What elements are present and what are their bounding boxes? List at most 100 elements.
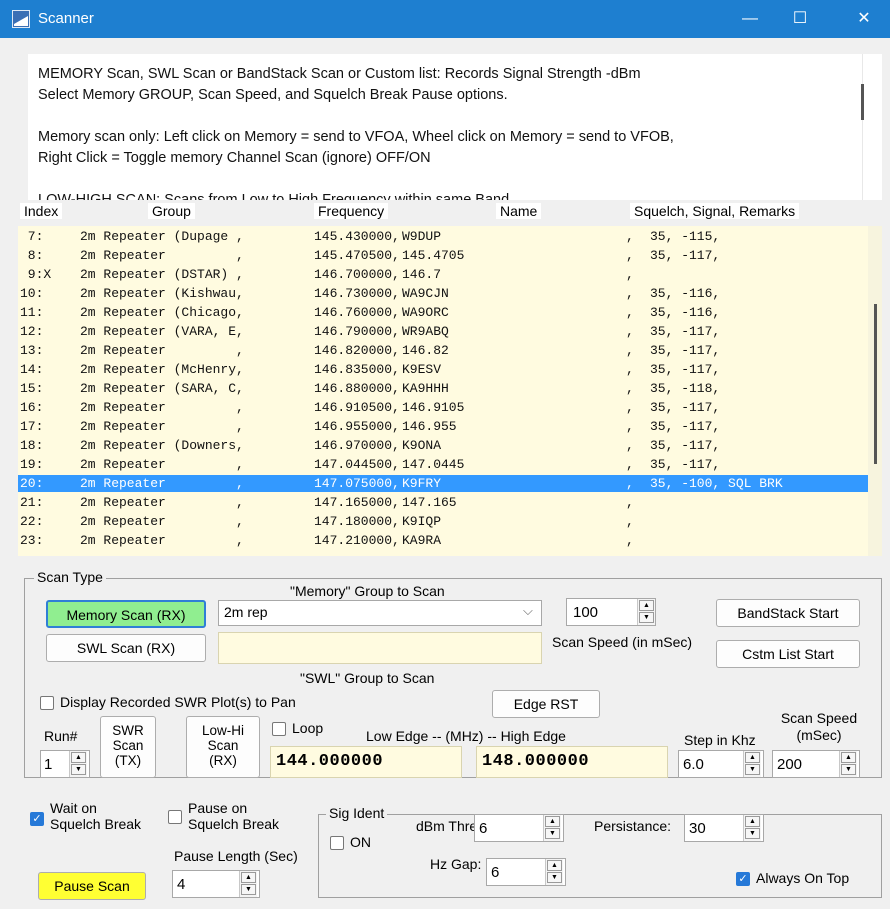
cell-rem: 35, -117,	[650, 248, 721, 263]
table-row[interactable]: 23: 2m Repeater , 147.210000, KA9RA,	[18, 532, 868, 549]
instructions-line	[38, 169, 853, 190]
memory-scan-button[interactable]: Memory Scan (RX)	[46, 600, 206, 628]
scan-speed-stepper[interactable]: 100 ▲ ▼	[566, 598, 656, 626]
cell-freq: 146.955000,	[314, 419, 400, 434]
always-on-top-checkbox[interactable]: ✓	[736, 872, 750, 886]
table-row[interactable]: 13: 2m Repeater , 146.820000, 146.82, 35, -1…	[18, 342, 868, 359]
dbm-thres-spinner[interactable]: ▲ ▼	[543, 815, 561, 841]
hz-gap-spinner[interactable]: ▲ ▼	[545, 859, 563, 885]
scan-speed-msec-stepper[interactable]: 200 ▲ ▼	[772, 750, 860, 778]
swl-scan-button[interactable]: SWL Scan (RX)	[46, 634, 206, 662]
minimize-icon[interactable]: —	[728, 0, 772, 38]
table-row[interactable]: 17: 2m Repeater , 146.955000, 146.955, 35, -…	[18, 418, 868, 435]
table-row[interactable]: 7: 2m Repeater (Dupage , 145.430000, W9DUP,…	[18, 228, 868, 245]
table-row[interactable]: 15: 2m Repeater (SARA, C, 146.880000, KA9HH…	[18, 380, 868, 397]
instructions-scrollbar[interactable]	[862, 54, 882, 200]
spin-up-icon[interactable]: ▲	[745, 816, 760, 827]
spin-up-icon[interactable]: ▲	[545, 816, 560, 827]
table-row[interactable]: 9:X 2m Repeater (DSTAR) , 146.700000, 146.7…	[18, 266, 868, 283]
cell-rem: 35, -100, SQL BRK	[650, 476, 783, 491]
bandstack-start-button[interactable]: BandStack Start	[716, 599, 860, 627]
spin-down-icon[interactable]: ▼	[241, 884, 256, 895]
instructions-textbox[interactable]: MEMORY Scan, SWL Scan or BandStack Scan …	[28, 54, 882, 200]
title-bar[interactable]: Scanner — ☐ ✕	[0, 0, 890, 38]
swl-group-field[interactable]	[218, 632, 542, 664]
spin-down-icon[interactable]: ▼	[745, 828, 760, 839]
memory-list[interactable]: 7: 2m Repeater (Dupage , 145.430000, W9DUP,…	[18, 226, 882, 556]
spin-down-icon[interactable]: ▼	[841, 764, 856, 775]
run-value: 1	[44, 756, 53, 773]
spin-down-icon[interactable]: ▼	[545, 828, 560, 839]
cell-idx: 9:X	[20, 267, 52, 282]
column-header-group[interactable]: Group	[148, 203, 195, 219]
run-label: Run#	[44, 728, 78, 744]
hz-gap-stepper[interactable]: 6 ▲ ▼	[486, 858, 566, 886]
column-header-frequency[interactable]: Frequency	[314, 203, 389, 219]
pause-length-spinner[interactable]: ▲ ▼	[239, 871, 257, 897]
column-header-name[interactable]: Name	[496, 203, 542, 219]
table-row[interactable]: 12: 2m Repeater (VARA, E, 146.790000, WR9AB…	[18, 323, 868, 340]
table-row[interactable]: 10: 2m Repeater (Kishwau, 146.730000, WA9CJ…	[18, 285, 868, 302]
table-row[interactable]: 19: 2m Repeater , 147.044500, 147.0445, 35, …	[18, 456, 868, 473]
low-hi-scan-button[interactable]: Low-Hi Scan (RX)	[186, 716, 260, 778]
spin-up-icon[interactable]: ▲	[639, 600, 654, 611]
pause-length-stepper[interactable]: 4 ▲ ▼	[172, 870, 260, 898]
cell-sep: ,	[626, 419, 634, 434]
high-edge-field[interactable]: 148.000000	[476, 746, 668, 778]
table-row[interactable]: 11: 2m Repeater (Chicago, 146.760000, WA9OR…	[18, 304, 868, 321]
run-spinner[interactable]: ▲ ▼	[69, 751, 87, 777]
scan-speed-spinner[interactable]: ▲ ▼	[637, 599, 655, 625]
edge-rst-button[interactable]: Edge RST	[492, 690, 600, 718]
table-row[interactable]: 14: 2m Repeater (McHenry, 146.835000, K9ESV…	[18, 361, 868, 378]
persistance-stepper[interactable]: 30 ▲ ▼	[684, 814, 764, 842]
scan-speed-msec-spinner[interactable]: ▲ ▼	[839, 751, 857, 777]
table-row[interactable]: 22: 2m Repeater , 147.180000, K9IQP,	[18, 513, 868, 530]
spin-down-icon[interactable]: ▼	[639, 612, 654, 623]
dbm-thres-stepper[interactable]: 6 ▲ ▼	[474, 814, 564, 842]
cell-group: 2m Repeater (McHenry,	[80, 362, 244, 377]
list-scroll-thumb[interactable]	[874, 304, 877, 464]
table-row[interactable]: 21: 2m Repeater , 147.165000, 147.165,	[18, 494, 868, 511]
column-header-remarks[interactable]: Squelch, Signal, Remarks	[630, 203, 800, 219]
cstm-list-start-button[interactable]: Cstm List Start	[716, 640, 860, 668]
swr-scan-button[interactable]: SWR Scan (TX)	[100, 716, 156, 778]
instructions-scroll-thumb[interactable]	[861, 84, 864, 120]
cell-sep: ,	[626, 514, 634, 529]
table-row[interactable]: 16: 2m Repeater , 146.910500, 146.9105, 35, …	[18, 399, 868, 416]
pause-scan-button[interactable]: Pause Scan	[38, 872, 146, 900]
display-swr-checkbox[interactable]	[40, 696, 54, 710]
cell-name: WR9ABQ	[402, 324, 449, 339]
run-stepper[interactable]: 1 ▲ ▼	[40, 750, 90, 778]
wait-squelch-checkbox[interactable]: ✓	[30, 812, 44, 826]
instructions-text: MEMORY Scan, SWL Scan or BandStack Scan …	[38, 64, 853, 200]
cell-freq: 145.470500,	[314, 248, 400, 263]
close-icon[interactable]: ✕	[842, 0, 886, 38]
spin-up-icon[interactable]: ▲	[745, 752, 760, 763]
maximize-icon[interactable]: ☐	[778, 0, 822, 38]
cell-rem: 35, -117,	[650, 457, 721, 472]
persistance-spinner[interactable]: ▲ ▼	[743, 815, 761, 841]
table-row[interactable]: 18: 2m Repeater (Downers, 146.970000, K9ONA…	[18, 437, 868, 454]
chevron-down-icon[interactable]: ⌵	[523, 603, 533, 619]
sig-ident-on-checkbox[interactable]	[330, 836, 344, 850]
spin-up-icon[interactable]: ▲	[841, 752, 856, 763]
sig-ident-label: Sig Ident	[326, 805, 388, 821]
pause-squelch-checkbox[interactable]	[168, 810, 182, 824]
loop-checkbox[interactable]	[272, 722, 286, 736]
spin-up-icon[interactable]: ▲	[71, 752, 86, 763]
column-header-index[interactable]: Index	[20, 203, 63, 219]
spin-down-icon[interactable]: ▼	[745, 764, 760, 775]
memory-group-select[interactable]: 2m rep ⌵	[218, 600, 542, 626]
cell-name: W9DUP	[402, 229, 442, 244]
spin-down-icon[interactable]: ▼	[547, 872, 562, 883]
cell-name: KA9RA	[402, 533, 442, 548]
table-row[interactable]: 8: 2m Repeater , 145.470500, 145.4705, 35, -…	[18, 247, 868, 264]
low-edge-field[interactable]: 144.000000	[270, 746, 462, 778]
spin-up-icon[interactable]: ▲	[547, 860, 562, 871]
step-spinner[interactable]: ▲ ▼	[743, 751, 761, 777]
spin-down-icon[interactable]: ▼	[71, 764, 86, 775]
spin-up-icon[interactable]: ▲	[241, 872, 256, 883]
step-stepper[interactable]: 6.0 ▲ ▼	[678, 750, 764, 778]
cell-idx: 10:	[20, 286, 44, 301]
table-row[interactable]: 20: 2m Repeater , 147.075000, K9FRY, 35, -10…	[18, 475, 868, 492]
